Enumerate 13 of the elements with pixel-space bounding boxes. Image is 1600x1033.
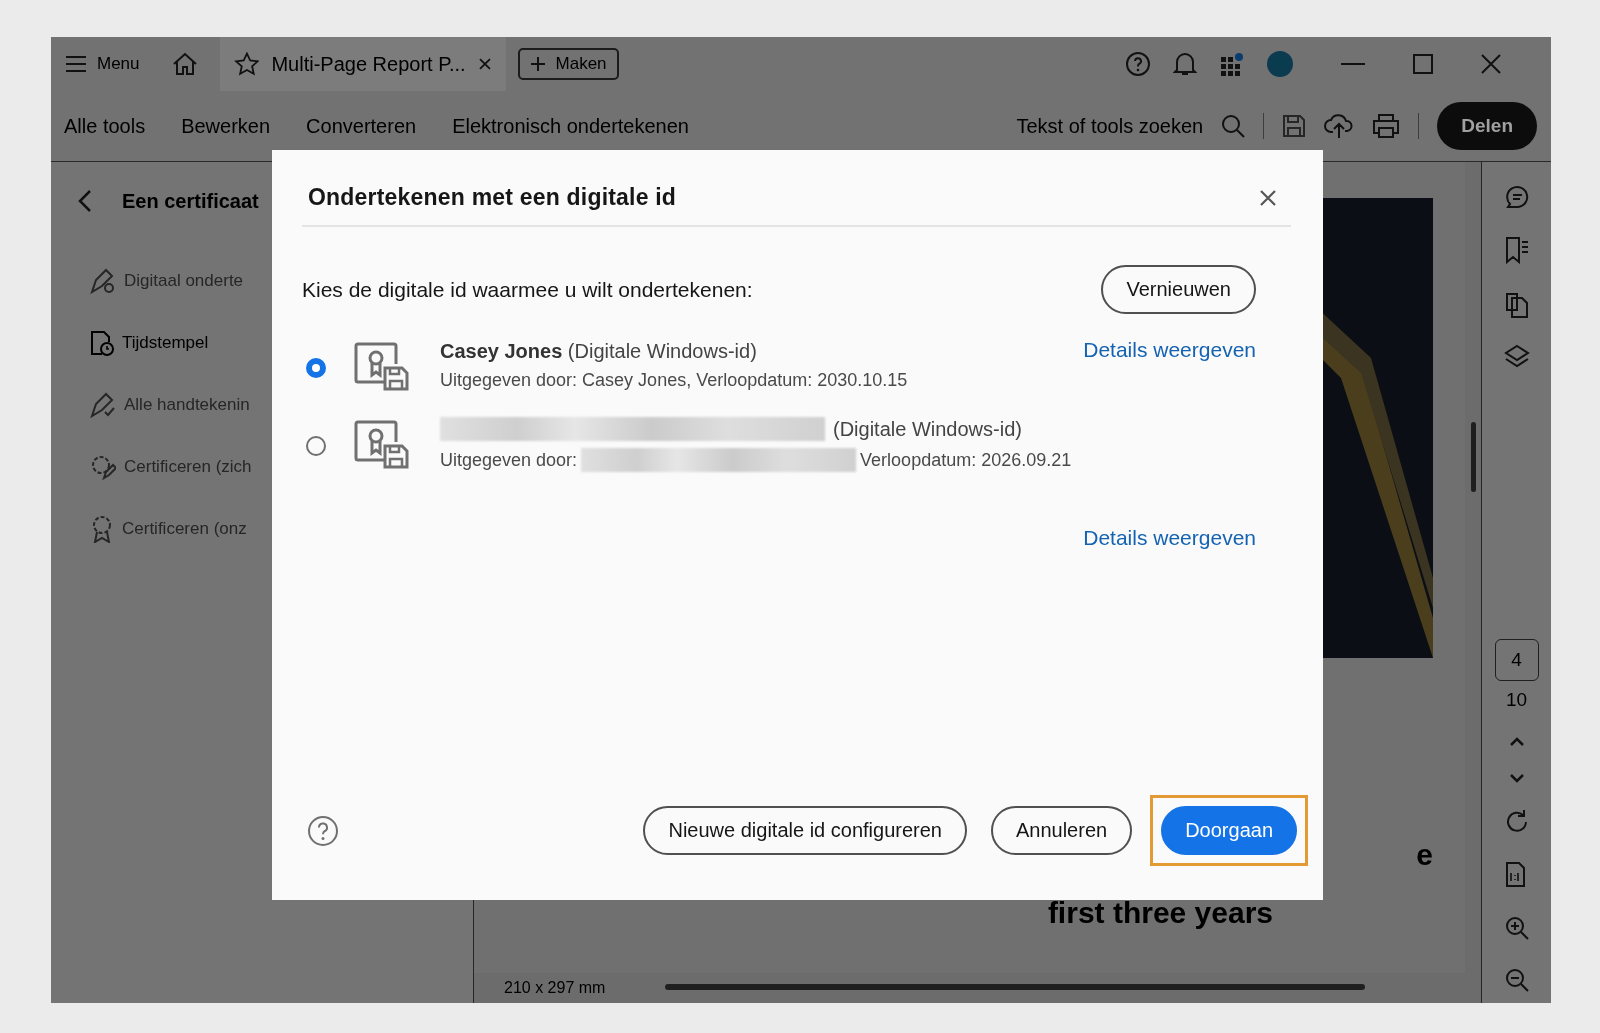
tab-title: Multi-Page Report P... — [271, 52, 466, 76]
prompt-text: Kies de digitale id waarmee u wilt ondertekenen: — [302, 277, 753, 302]
page-size-label: 210 x 297 mm — [504, 979, 606, 997]
id-name: (Digitale Windows-id) — [833, 417, 1022, 441]
page-count: 10 — [1505, 689, 1528, 711]
panel-title: Een certificaat — [122, 189, 259, 213]
id-issuer-text: Verloopdatum: 2026.09.21 — [860, 449, 1072, 471]
document-heading: e — [1416, 838, 1433, 871]
id-issuer-text: Uitgegeven door: Casey Jones, Verloopdatum: 2030.10.15 — [440, 370, 908, 391]
dialog-title: Ondertekenen met een digitale id — [308, 184, 677, 211]
id-issuer-text: Uitgegeven door: — [440, 449, 578, 471]
id-name: Casey Jones (Digitale Windows-id) — [440, 339, 757, 363]
document-subheading: first three years — [1047, 896, 1273, 929]
